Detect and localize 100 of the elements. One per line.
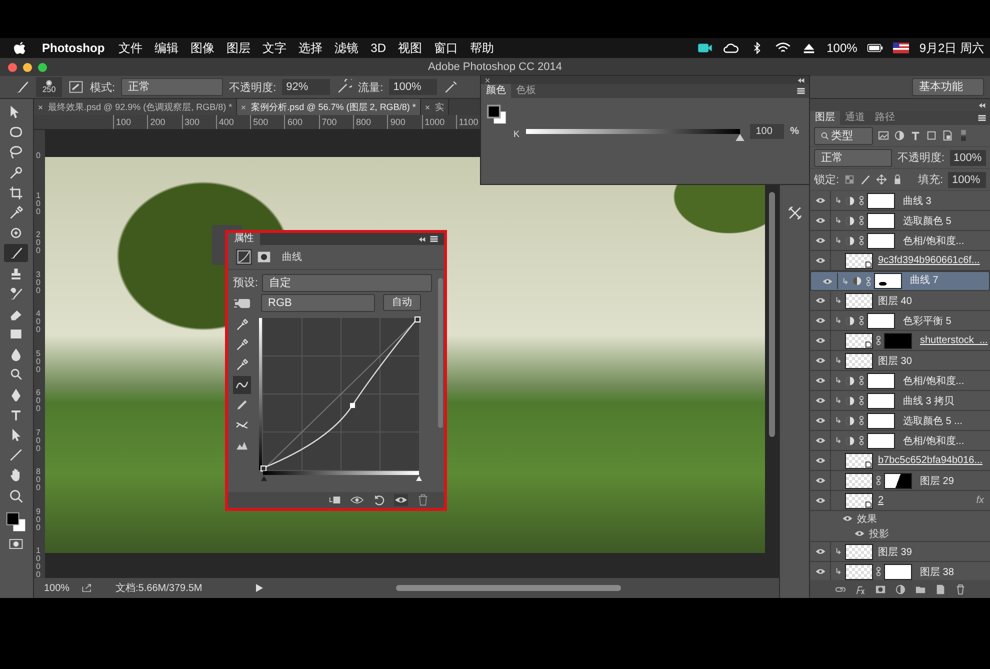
brush-panel-icon[interactable] (68, 79, 84, 95)
app-menu[interactable]: Photoshop (42, 41, 105, 55)
chain-link-icon[interactable] (859, 215, 864, 226)
layer-row[interactable]: 图层 40 (810, 291, 990, 311)
adjustment-layer-icon[interactable] (894, 584, 906, 594)
visibility-eye-icon[interactable] (814, 297, 826, 304)
layer-row[interactable]: 图层 39 (810, 542, 990, 562)
add-mask-icon[interactable] (874, 584, 886, 594)
visibility-eye-icon[interactable] (814, 337, 826, 344)
menu-item[interactable]: 图层 (226, 40, 251, 56)
camera-icon[interactable] (696, 42, 713, 54)
visibility-eye-icon[interactable] (842, 515, 853, 522)
shape-filter-icon[interactable] (926, 130, 937, 141)
pressure-opacity-icon[interactable] (336, 79, 352, 95)
chain-link-icon[interactable] (876, 335, 881, 346)
chain-link-icon[interactable] (859, 435, 864, 446)
panel-menu-icon[interactable] (978, 115, 986, 121)
color-swatches-icon[interactable] (487, 104, 508, 126)
close-icon[interactable] (38, 104, 43, 110)
slider-thumb[interactable] (734, 134, 745, 140)
visibility-eye-icon[interactable] (814, 477, 826, 484)
layer-row[interactable]: 曲线 7 (810, 271, 990, 291)
fx-icon[interactable]: fx (976, 495, 984, 506)
visibility-eye-icon[interactable] (814, 457, 826, 464)
chain-link-icon[interactable] (859, 195, 864, 206)
menu-item[interactable]: 编辑 (154, 40, 179, 56)
airbrush-icon[interactable] (443, 79, 460, 95)
new-layer-icon[interactable] (934, 584, 946, 594)
layer-row[interactable]: shutterstock_... (810, 331, 990, 351)
type-filter-icon[interactable] (910, 130, 921, 141)
close-window-button[interactable] (8, 62, 17, 72)
document-tab[interactable]: 实 (420, 99, 449, 115)
k-value-field[interactable]: 100 (750, 124, 784, 138)
visibility-eye-icon[interactable] (814, 317, 826, 324)
curves-graph-drawing[interactable] (259, 316, 423, 482)
visibility-eye-icon[interactable] (814, 217, 826, 224)
menu-item[interactable]: 图像 (190, 40, 215, 56)
opacity-field[interactable]: 92% (282, 79, 330, 95)
battery-icon[interactable] (867, 42, 884, 54)
adjustment-filter-icon[interactable] (894, 130, 905, 141)
wifi-icon[interactable] (774, 42, 791, 54)
layer-row[interactable]: 曲线 3 拷贝 (810, 391, 990, 411)
menu-item[interactable]: 视图 (398, 40, 422, 56)
flow-field[interactable]: 100% (389, 79, 438, 95)
preset-select[interactable]: 自定 (262, 274, 432, 292)
panel-tab[interactable]: 通道 (840, 111, 870, 125)
visibility-eye-icon[interactable] (854, 530, 865, 537)
layer-row[interactable]: 色彩平衡 5 (810, 311, 990, 331)
visibility-eye-icon[interactable] (814, 257, 826, 264)
curves-icon[interactable] (236, 249, 252, 265)
chain-link-icon[interactable] (859, 375, 864, 386)
visibility-eye-icon[interactable] (814, 497, 826, 504)
layer-row[interactable]: 色相/饱和度... (810, 371, 990, 391)
collapse-icon[interactable] (978, 102, 986, 108)
lock-icon[interactable] (892, 174, 904, 185)
scrollbar-thumb[interactable] (769, 192, 776, 437)
workspace-select[interactable]: 基本功能 (912, 78, 984, 96)
tools-icon[interactable] (786, 205, 803, 221)
layer-row[interactable]: 图层 30 (810, 351, 990, 371)
blend-mode-select[interactable]: 正常 (814, 148, 892, 166)
visibility-eye-icon[interactable] (822, 278, 832, 284)
trash-icon[interactable] (954, 584, 966, 594)
layer-row[interactable]: b7bc5c652bfa94b016... (810, 451, 990, 471)
apple-logo-icon[interactable] (14, 41, 26, 55)
visibility-eye-icon[interactable] (814, 197, 826, 204)
layer-opacity-field[interactable]: 100% (950, 150, 986, 166)
brush-preset-picker[interactable]: 250 (36, 77, 62, 97)
share-icon[interactable] (82, 583, 92, 593)
panel-tab[interactable]: 色板 (511, 84, 541, 98)
layer-row[interactable]: 色相/饱和度... (810, 231, 990, 251)
reset-icon[interactable] (372, 494, 386, 506)
chain-link-icon[interactable] (859, 415, 864, 426)
document-tab[interactable]: 最终效果.psd @ 92.9% (色调观察层, RGB/8) * (34, 99, 238, 115)
cloud-icon[interactable] (722, 42, 739, 54)
menu-item[interactable]: 3D (370, 41, 386, 55)
visibility-eye-icon[interactable] (394, 494, 408, 506)
chain-link-icon[interactable] (859, 315, 864, 326)
layer-row[interactable]: 选取颜色 5 (810, 211, 990, 231)
brush-icon[interactable] (14, 79, 30, 95)
layer-filter-select[interactable]: 类型 (814, 126, 873, 144)
color-swatches-icon[interactable] (5, 510, 28, 533)
visibility-eye-icon[interactable] (814, 548, 826, 555)
menu-item[interactable]: 滤镜 (334, 40, 359, 56)
layer-row[interactable]: 9c3fd394b960661c6f... (810, 251, 990, 271)
visibility-eye-icon[interactable] (814, 568, 826, 575)
lock-transparency-icon[interactable] (844, 174, 856, 185)
play-icon[interactable] (254, 583, 264, 593)
smart-object-filter-icon[interactable] (942, 130, 953, 141)
filter-toggle-icon[interactable] (958, 130, 969, 141)
image-filter-icon[interactable] (878, 130, 889, 141)
lock-paint-icon[interactable] (860, 174, 872, 185)
lock-position-icon[interactable] (876, 174, 888, 185)
layer-row[interactable]: 选取颜色 5 ... (810, 411, 990, 431)
layer-row[interactable]: 图层 29 (810, 471, 990, 491)
menu-item[interactable]: 窗口 (434, 40, 458, 56)
visibility-eye-icon[interactable] (814, 357, 826, 364)
close-icon[interactable] (424, 104, 430, 110)
visibility-eye-icon[interactable] (814, 237, 826, 244)
curve-icon[interactable] (233, 376, 251, 394)
chain-link-icon[interactable] (876, 566, 881, 577)
